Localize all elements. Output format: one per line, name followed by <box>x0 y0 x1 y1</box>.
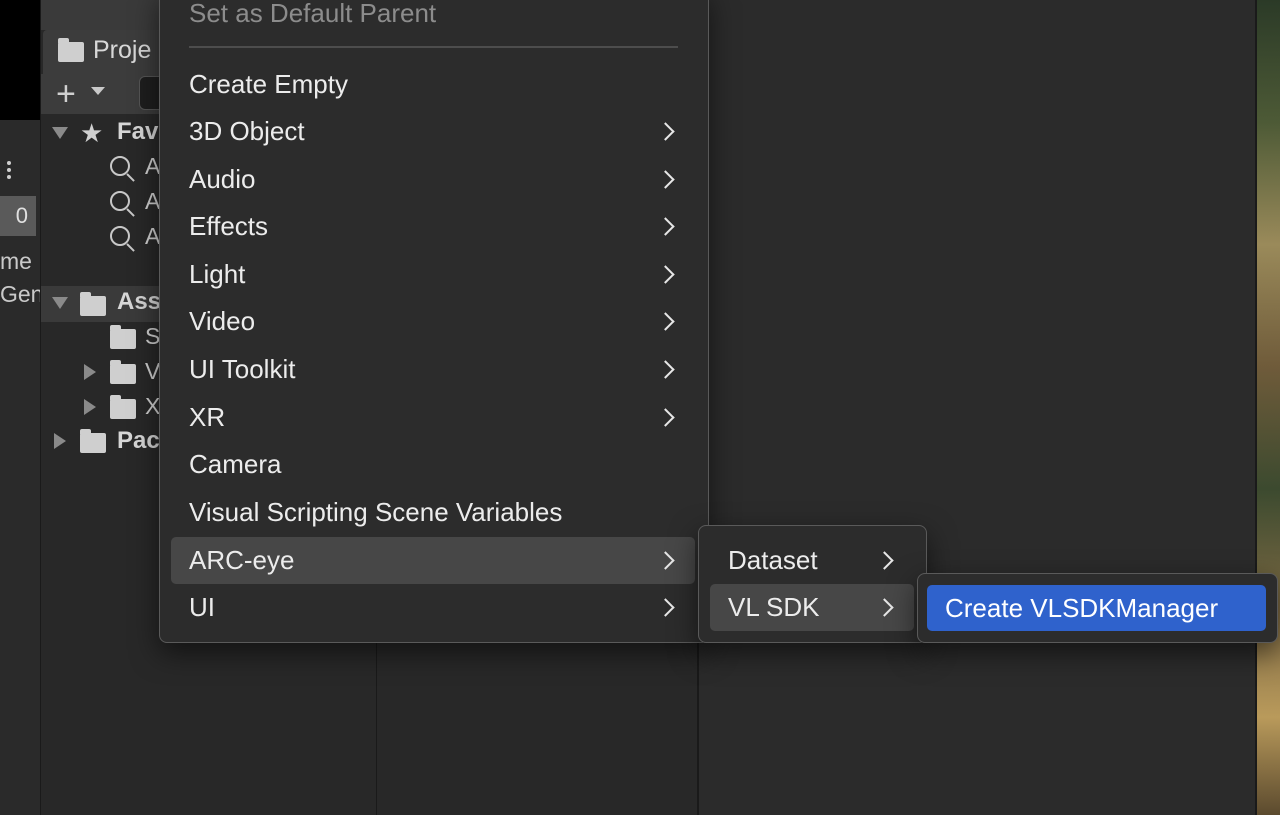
chevron-right-icon <box>656 408 675 427</box>
menu-item-dataset[interactable]: Dataset <box>710 537 914 584</box>
chevron-right-icon <box>656 122 675 141</box>
more-options-icon[interactable] <box>4 158 14 188</box>
chevron-right-icon <box>656 170 675 189</box>
menu-item-light[interactable]: Light <box>171 251 695 298</box>
menu-item-label: Visual Scripting Scene Variables <box>189 497 563 527</box>
search-icon <box>110 226 140 252</box>
menu-item-label: Set as Default Parent <box>189 0 437 28</box>
menu-item-label: Dataset <box>728 545 818 575</box>
expand-folder-icon[interactable] <box>84 364 96 380</box>
menu-item-ui[interactable]: UI <box>171 584 695 631</box>
add-icon[interactable]: + <box>56 76 76 112</box>
inspector-panel <box>699 0 1257 815</box>
menu-item-xr[interactable]: XR <box>171 394 695 441</box>
menu-item-camera[interactable]: Camera <box>171 441 695 488</box>
menu-item-create-vlsdkmanager[interactable]: Create VLSDKManager <box>927 585 1266 631</box>
tree-packages-label[interactable]: Pac <box>117 427 160 455</box>
chevron-right-icon <box>656 551 675 570</box>
menu-item-label: Light <box>189 259 246 289</box>
menu-item-label: Create Empty <box>189 69 348 99</box>
search-icon <box>110 156 140 182</box>
menu-item-label: Audio <box>189 164 256 194</box>
tab-project-label: Proje <box>93 36 152 64</box>
menu-item-visual-scripting-scene-variables[interactable]: Visual Scripting Scene Variables <box>171 489 695 536</box>
star-icon: ★ <box>80 118 104 148</box>
menu-item-label: Camera <box>189 449 282 479</box>
project-panel-top-bar <box>41 0 161 30</box>
menu-item-label: UI <box>189 592 215 622</box>
menu-item-label: Video <box>189 306 256 336</box>
menu-item-label: Create VLSDKManager <box>945 593 1219 623</box>
menu-item-label: 3D Object <box>189 116 305 146</box>
tree-assets-label[interactable]: Ass <box>117 288 161 316</box>
menu-item-ui-toolkit[interactable]: UI Toolkit <box>171 346 695 393</box>
expand-favorites-icon[interactable] <box>52 127 68 139</box>
tree-favorites-label[interactable]: Fav <box>117 118 158 146</box>
layer-counter: 0 <box>0 196 36 236</box>
expand-packages-icon[interactable] <box>54 433 66 449</box>
menu-item-arc-eye[interactable]: ARC-eye <box>171 537 695 584</box>
menu-item-3d-object[interactable]: 3D Object <box>171 108 695 155</box>
menu-item-label: UI Toolkit <box>189 354 296 384</box>
hierarchy-cut-text-1: me <box>0 248 32 274</box>
menu-item-label: VL SDK <box>728 592 820 622</box>
expand-folder-icon[interactable] <box>84 399 96 415</box>
chevron-right-icon <box>656 360 675 379</box>
menu-item-effects[interactable]: Effects <box>171 203 695 250</box>
menu-item-video[interactable]: Video <box>171 298 695 345</box>
chevron-right-icon <box>656 598 675 617</box>
hierarchy-cut-text-2: Gen <box>0 281 40 307</box>
folder-icon <box>58 38 84 62</box>
chevron-right-icon <box>656 265 675 284</box>
menu-item-set-default-parent: Set as Default Parent <box>171 0 695 37</box>
scene-view-edge <box>0 0 40 120</box>
menu-item-label: ARC-eye <box>189 545 295 575</box>
menu-item-create-empty[interactable]: Create Empty <box>171 61 695 108</box>
menu-separator <box>189 46 678 48</box>
menu-item-label: Effects <box>189 211 269 241</box>
menu-item-label: XR <box>189 402 226 432</box>
chevron-right-icon <box>875 551 894 570</box>
menu-item-vl-sdk[interactable]: VL SDK <box>710 584 914 631</box>
hierarchy-panel-edge <box>0 0 41 815</box>
chevron-right-icon <box>875 598 894 617</box>
chevron-right-icon <box>656 312 675 331</box>
folder-icon <box>110 325 136 349</box>
desktop-background <box>1257 0 1280 815</box>
chevron-right-icon <box>656 217 675 236</box>
chevron-down-icon[interactable] <box>91 87 105 95</box>
expand-assets-icon[interactable] <box>52 297 68 309</box>
menu-item-audio[interactable]: Audio <box>171 156 695 203</box>
folder-icon <box>80 429 106 453</box>
folder-open-icon <box>80 292 108 316</box>
folder-icon <box>110 395 136 419</box>
folder-icon <box>110 360 136 384</box>
search-icon <box>110 191 140 217</box>
